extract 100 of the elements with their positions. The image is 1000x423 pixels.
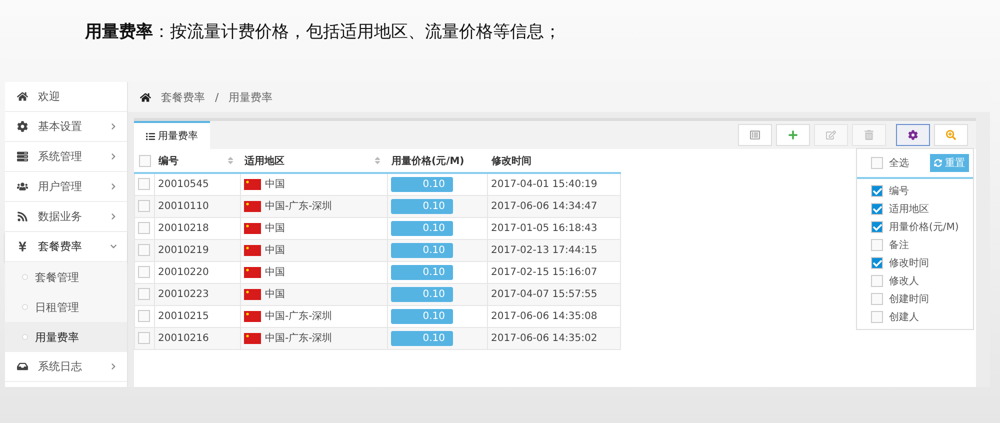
table-cell: 2017-02-13 17:44:15 <box>491 244 598 256</box>
table-cell: 20010545 <box>158 178 209 190</box>
checkbox[interactable] <box>138 266 150 278</box>
table-cell: 2017-06-06 14:34:47 <box>491 200 598 212</box>
flag-icon <box>244 310 261 322</box>
rss-icon <box>17 211 28 222</box>
sidebar-subitem[interactable]: 日租管理 <box>5 292 127 322</box>
table-cell: 中国 <box>265 223 285 234</box>
checkbox[interactable] <box>138 222 150 234</box>
option-label: 备注 <box>889 238 909 252</box>
checkbox[interactable] <box>871 311 883 323</box>
checkbox[interactable] <box>871 275 883 287</box>
option-label: 全选 <box>889 156 909 170</box>
checkbox[interactable] <box>871 185 883 197</box>
sidebar-label: 系统日志 <box>38 359 83 374</box>
flag-icon <box>244 244 261 256</box>
table-cell: 2017-01-05 16:18:43 <box>491 222 598 234</box>
option-label: 修改人 <box>889 275 919 288</box>
price-badge: 0.10 <box>391 308 453 324</box>
table-cell: 中国-广东-深圳 <box>265 311 332 322</box>
sidebar-label: 基本设置 <box>38 119 83 134</box>
checkbox[interactable] <box>138 178 150 190</box>
table-cell: 2017-02-15 15:16:07 <box>491 266 598 278</box>
sort-icon[interactable] <box>372 156 382 165</box>
checkbox[interactable] <box>138 310 150 322</box>
table-cell: 20010223 <box>158 288 209 300</box>
list-icon <box>750 130 760 140</box>
price-badge: 0.10 <box>391 242 453 258</box>
sidebar-label: 数据业务 <box>38 209 83 224</box>
column-header[interactable]: 编号 <box>158 156 178 166</box>
gear-icon <box>17 121 28 132</box>
trash-icon <box>864 130 874 140</box>
checkbox[interactable] <box>138 244 150 256</box>
price-badge: 0.10 <box>391 198 453 214</box>
home-icon <box>17 91 28 102</box>
refresh-icon <box>934 159 942 167</box>
table-cell: 20010218 <box>158 222 209 234</box>
yen-icon <box>17 241 28 252</box>
checkbox[interactable] <box>138 200 150 212</box>
inbox-icon <box>17 361 28 372</box>
checkbox[interactable] <box>871 293 883 305</box>
table-cell: 中国 <box>265 289 285 300</box>
chevron-icon <box>110 363 117 370</box>
checkbox[interactable] <box>871 203 883 215</box>
chevron-icon <box>110 213 117 220</box>
list-icon <box>146 132 155 140</box>
column-header[interactable]: 适用地区 <box>244 156 284 166</box>
checkbox[interactable] <box>138 288 150 300</box>
checkbox[interactable] <box>871 157 883 169</box>
checkbox[interactable] <box>871 257 883 269</box>
chevron-icon <box>110 183 117 190</box>
table-cell: 20010219 <box>158 244 209 256</box>
checkbox[interactable] <box>871 221 883 233</box>
option-label: 修改时间 <box>889 256 929 270</box>
sidebar-label: 用户管理 <box>38 179 83 194</box>
checkbox[interactable] <box>871 239 883 251</box>
flag-icon <box>244 332 261 344</box>
checkbox[interactable] <box>138 332 150 344</box>
price-badge: 0.10 <box>391 286 453 302</box>
table-cell: 中国-广东-深圳 <box>265 201 332 212</box>
table-cell: 20010110 <box>158 200 209 212</box>
table-cell: 20010220 <box>158 266 209 278</box>
flag-icon <box>244 222 261 234</box>
column-header[interactable]: 修改时间 <box>492 156 532 166</box>
column-header[interactable]: 用量价格(元/M) <box>392 156 464 166</box>
edit-icon <box>826 130 836 140</box>
sidebar-item[interactable]: 套餐费率 <box>5 232 127 262</box>
chevron-icon <box>110 243 117 250</box>
tab[interactable]: 用量费率 <box>134 121 210 149</box>
toolbar-button[interactable] <box>896 124 930 146</box>
table-cell: 20010215 <box>158 310 209 322</box>
heading: 用量费率：按流量计费价格，包括适用地区、流量价格等信息； <box>85 22 561 42</box>
option-label: 创建人 <box>889 310 919 324</box>
price-badge: 0.10 <box>391 264 453 280</box>
table-cell: 20010216 <box>158 332 209 344</box>
sort-icon[interactable] <box>226 156 234 165</box>
table-cell: 2017-04-07 15:57:55 <box>491 288 598 300</box>
sidebar-label: 欢迎 <box>38 89 61 104</box>
flag-icon <box>244 288 261 300</box>
price-badge: 0.10 <box>391 220 453 236</box>
flag-icon <box>244 179 261 190</box>
option-label: 创建时间 <box>889 292 929 306</box>
breadcrumb-link[interactable]: 套餐费率 <box>161 90 205 104</box>
breadcrumb-separator: / <box>215 90 219 104</box>
sidebar-label: 套餐费率 <box>38 239 83 254</box>
chevron-icon <box>110 123 117 130</box>
price-badge: 0.10 <box>391 330 453 346</box>
zoom-in-icon <box>946 130 956 140</box>
table-cell: 2017-06-06 14:35:02 <box>491 332 598 344</box>
table-cell: 2017-06-06 14:35:08 <box>491 310 598 322</box>
option-label: 适用地区 <box>889 202 929 216</box>
server-icon <box>17 151 28 162</box>
sidebar-subitem[interactable]: 用量费率 <box>5 322 127 352</box>
table-cell: 中国-广东-深圳 <box>265 333 332 344</box>
checkbox[interactable] <box>138 154 150 166</box>
sidebar-subitem[interactable]: 套餐管理 <box>5 262 127 292</box>
breadcrumb-link[interactable]: 用量费率 <box>228 90 273 104</box>
gear-icon <box>908 130 918 140</box>
home-icon <box>140 92 151 102</box>
table-cell: 中国 <box>265 179 285 190</box>
